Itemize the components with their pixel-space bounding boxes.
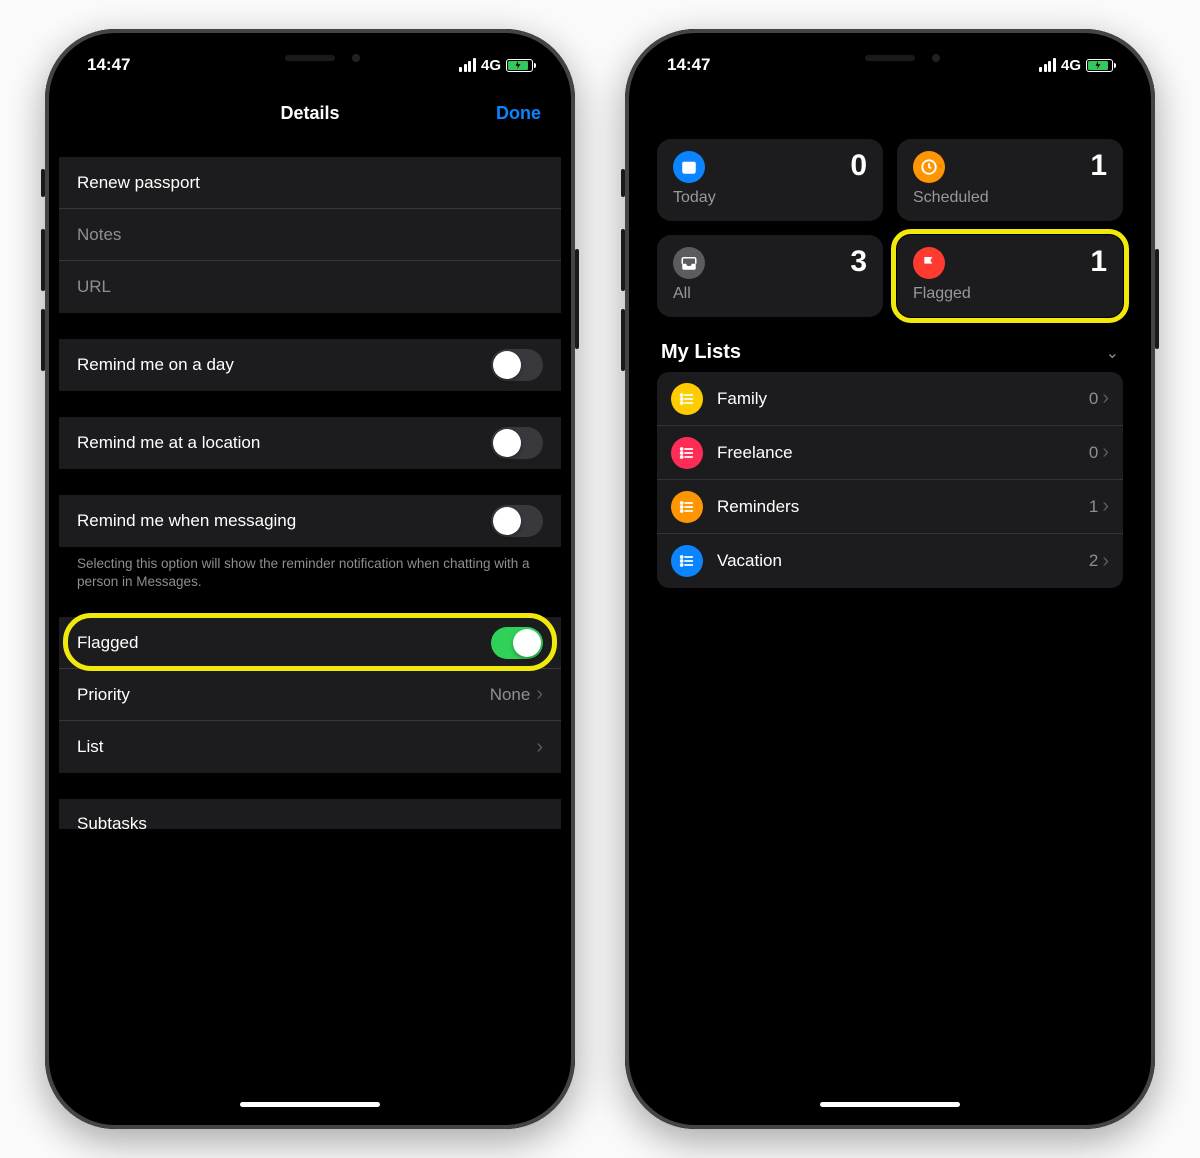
- home-indicator[interactable]: [820, 1102, 960, 1107]
- remind-location-toggle[interactable]: [491, 427, 543, 459]
- phone-1: 14:47 4G Details Done: [45, 29, 575, 1129]
- chevron-right-icon: ›: [1102, 550, 1109, 573]
- remind-day-label: Remind me on a day: [77, 355, 491, 375]
- notes-input[interactable]: [77, 225, 543, 245]
- status-time: 14:47: [667, 55, 710, 75]
- list-item-count: 0: [1089, 389, 1098, 409]
- flagged-label: Flagged: [77, 633, 491, 653]
- calendar-icon: [673, 151, 705, 183]
- card-scheduled-count: 1: [1090, 149, 1107, 183]
- remind-messaging-row[interactable]: Remind me when messaging: [59, 495, 561, 547]
- card-today-count: 0: [850, 149, 867, 183]
- network-label: 4G: [481, 57, 501, 74]
- status-time: 14:47: [87, 55, 130, 75]
- card-flagged-count: 1: [1090, 245, 1107, 279]
- url-field[interactable]: [59, 261, 561, 313]
- list-item-count: 0: [1089, 443, 1098, 463]
- list-item-count: 1: [1089, 497, 1098, 517]
- subtasks-row[interactable]: Subtasks: [59, 799, 561, 829]
- priority-row[interactable]: Priority None ›: [59, 669, 561, 721]
- chevron-right-icon: ›: [536, 683, 543, 706]
- summary-cards: 0 Today 1 Scheduled 3 All: [657, 139, 1123, 317]
- signal-icon: [1039, 58, 1056, 72]
- list-item-name: Vacation: [717, 551, 1089, 571]
- title-input[interactable]: [77, 173, 543, 193]
- remind-day-toggle[interactable]: [491, 349, 543, 381]
- card-flagged[interactable]: 1 Flagged: [897, 235, 1123, 317]
- list-item[interactable]: Freelance0›: [657, 426, 1123, 480]
- clock-icon: [913, 151, 945, 183]
- card-scheduled-label: Scheduled: [913, 189, 1107, 207]
- title-field[interactable]: [59, 157, 561, 209]
- chevron-right-icon: ›: [1102, 441, 1109, 464]
- home-indicator[interactable]: [240, 1102, 380, 1107]
- list-bullet-icon: [671, 491, 703, 523]
- list-item-name: Family: [717, 389, 1089, 409]
- chevron-right-icon: ›: [1102, 387, 1109, 410]
- list-item[interactable]: Family0›: [657, 372, 1123, 426]
- network-label: 4G: [1061, 57, 1081, 74]
- battery-icon: [1086, 59, 1113, 72]
- chevron-right-icon: ›: [1102, 495, 1109, 518]
- signal-icon: [459, 58, 476, 72]
- card-today-label: Today: [673, 189, 867, 207]
- flagged-toggle[interactable]: [491, 627, 543, 659]
- list-label: List: [77, 737, 536, 757]
- list-bullet-icon: [671, 545, 703, 577]
- remind-messaging-toggle[interactable]: [491, 505, 543, 537]
- done-button[interactable]: Done: [496, 103, 541, 124]
- card-all[interactable]: 3 All: [657, 235, 883, 317]
- list-item-name: Freelance: [717, 443, 1089, 463]
- card-today[interactable]: 0 Today: [657, 139, 883, 221]
- flagged-row[interactable]: Flagged: [59, 617, 561, 669]
- remind-location-row[interactable]: Remind me at a location: [59, 417, 561, 469]
- list-item[interactable]: Reminders1›: [657, 480, 1123, 534]
- chevron-right-icon: ›: [536, 736, 543, 759]
- remind-location-label: Remind me at a location: [77, 433, 491, 453]
- chevron-down-icon[interactable]: ⌄: [1106, 343, 1119, 363]
- notes-field[interactable]: [59, 209, 561, 261]
- my-lists: Family0›Freelance0›Reminders1›Vacation2›: [657, 372, 1123, 588]
- card-all-label: All: [673, 285, 867, 303]
- priority-value: None: [490, 685, 531, 705]
- list-bullet-icon: [671, 383, 703, 415]
- remind-messaging-label: Remind me when messaging: [77, 511, 491, 531]
- messaging-footer: Selecting this option will show the remi…: [59, 547, 561, 591]
- tray-icon: [673, 247, 705, 279]
- list-item-count: 2: [1089, 551, 1098, 571]
- remind-day-row[interactable]: Remind me on a day: [59, 339, 561, 391]
- notch: [210, 43, 410, 73]
- card-scheduled[interactable]: 1 Scheduled: [897, 139, 1123, 221]
- card-flagged-label: Flagged: [913, 285, 1107, 303]
- flag-icon: [913, 247, 945, 279]
- subtasks-label: Subtasks: [77, 814, 543, 829]
- list-item-name: Reminders: [717, 497, 1089, 517]
- url-input[interactable]: [77, 277, 543, 297]
- card-all-count: 3: [850, 245, 867, 279]
- page-title: Details: [280, 103, 339, 124]
- list-row[interactable]: List ›: [59, 721, 561, 773]
- list-bullet-icon: [671, 437, 703, 469]
- nav-bar: Details Done: [59, 87, 561, 139]
- list-item[interactable]: Vacation2›: [657, 534, 1123, 588]
- priority-label: Priority: [77, 685, 490, 705]
- lists-header: My Lists: [661, 341, 741, 364]
- phone-2: 14:47 4G Edit 0 Today: [625, 29, 1155, 1129]
- notch: [790, 43, 990, 73]
- battery-icon: [506, 59, 533, 72]
